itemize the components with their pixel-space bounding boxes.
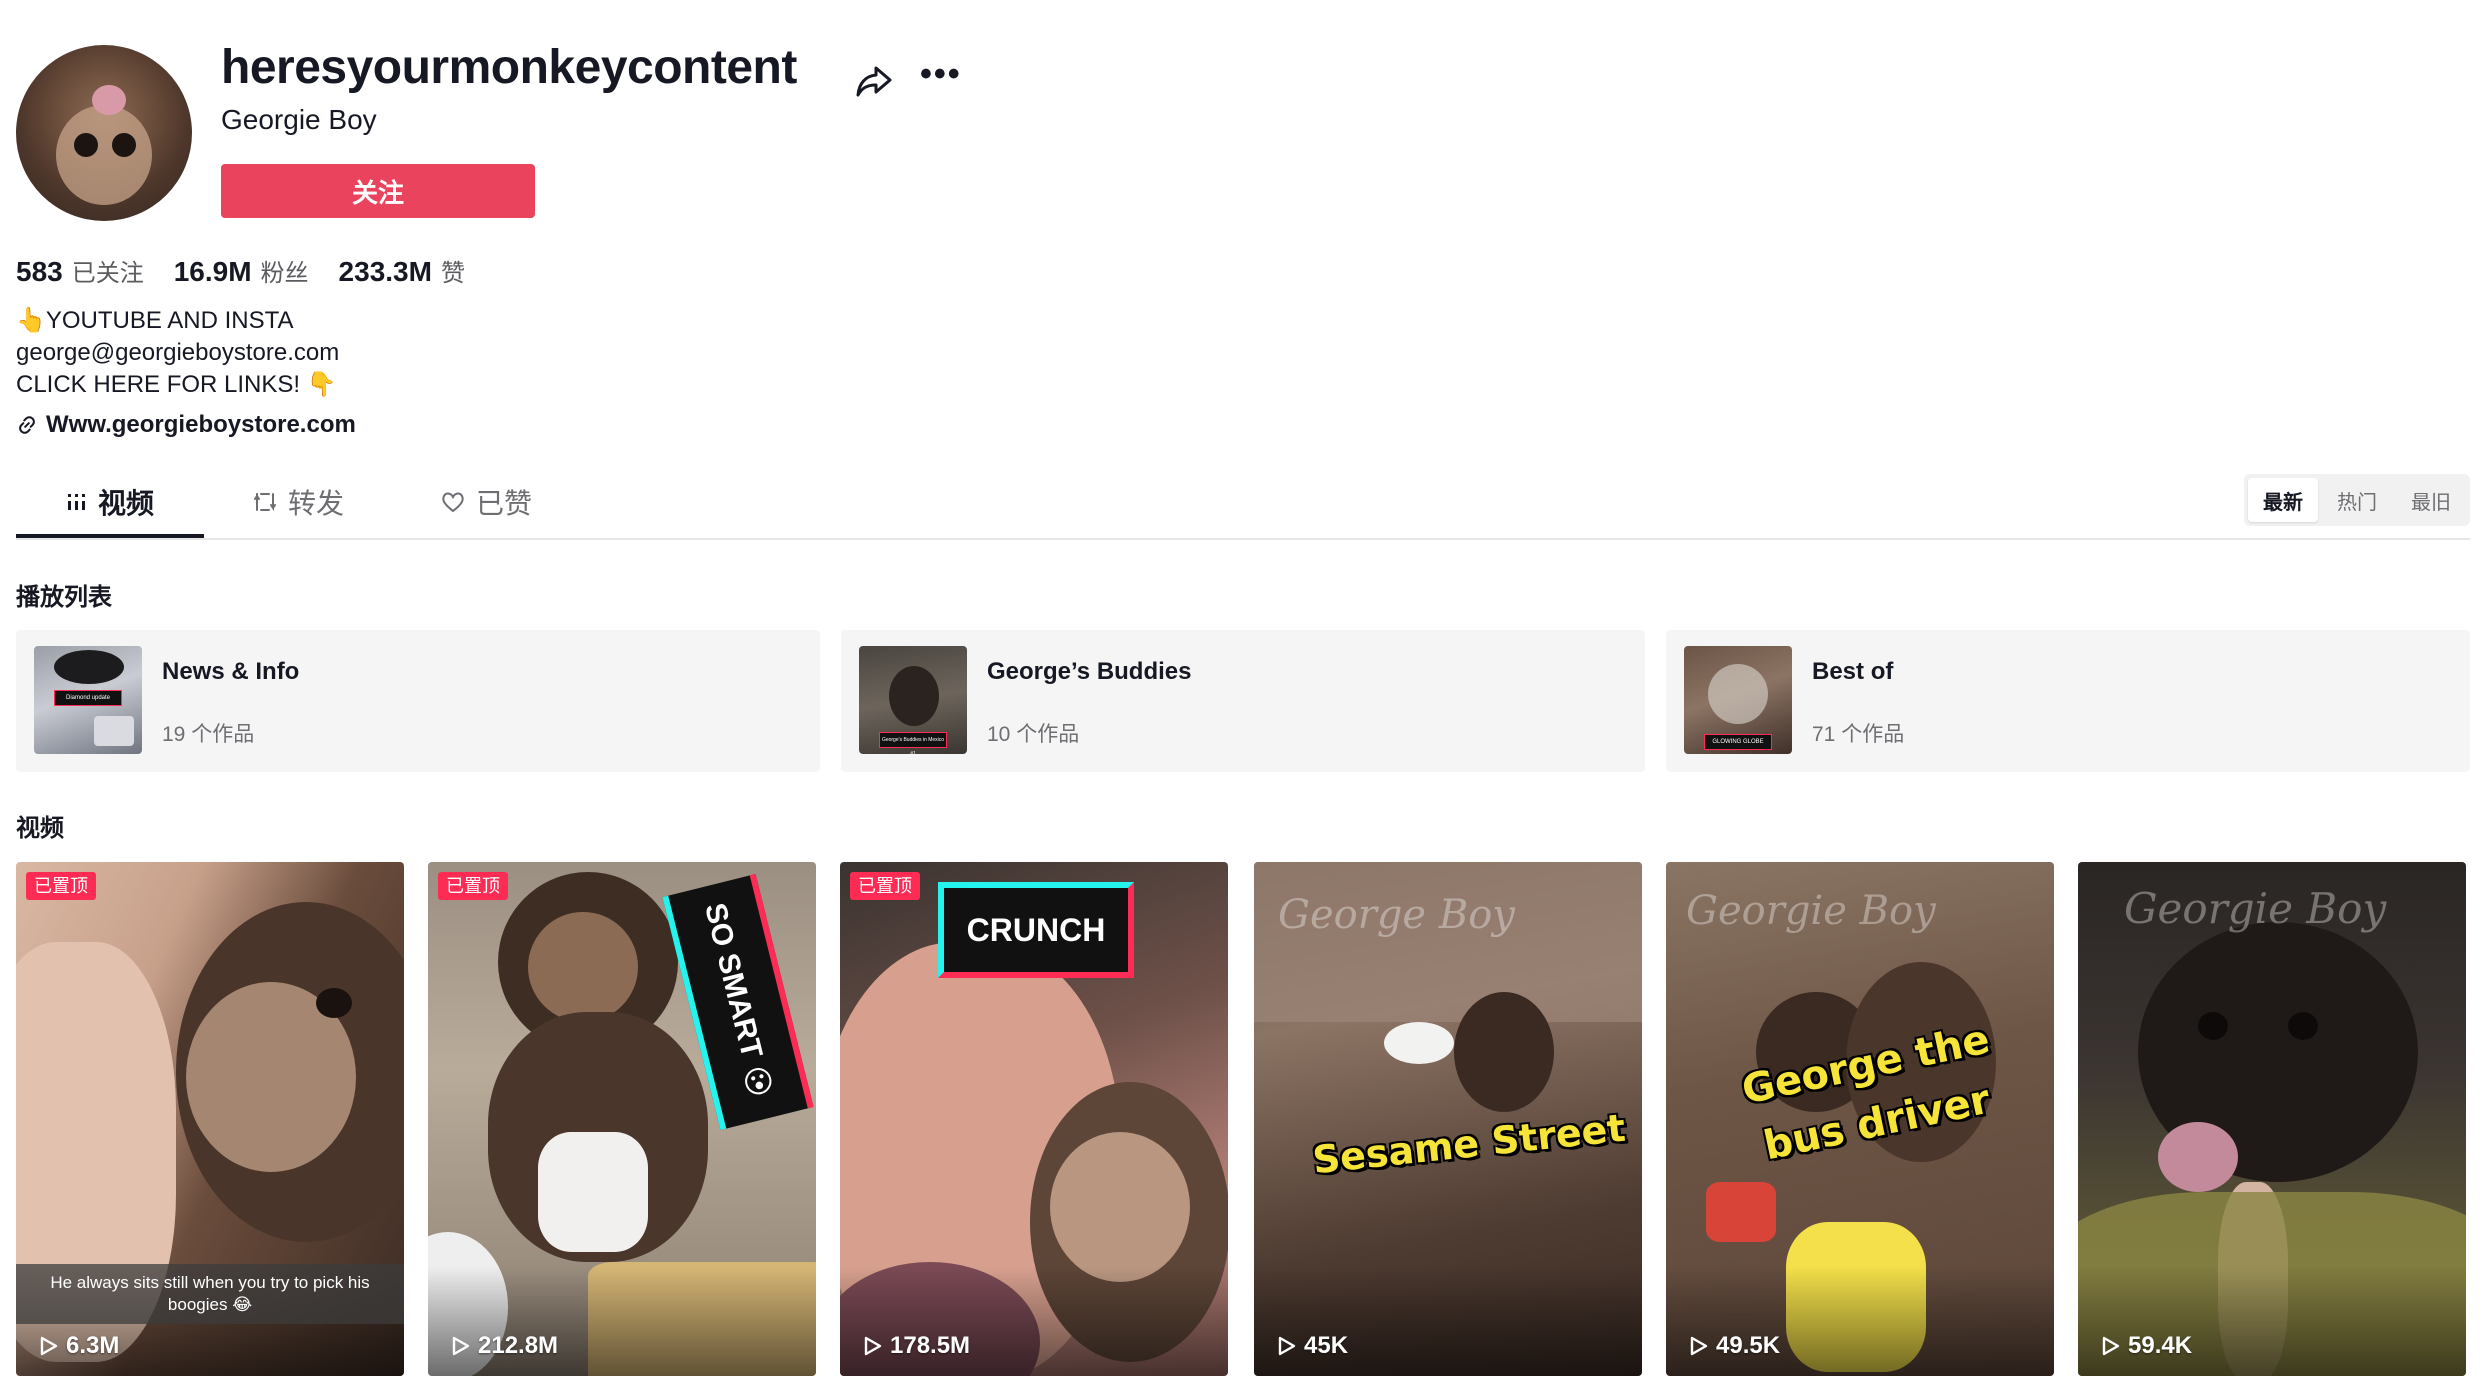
playlist-thumb-tag: GLOWING GLOBE: [1704, 734, 1772, 750]
video-card[interactable]: CRUNCH 已置顶 178.5M: [840, 862, 1228, 1376]
video-card[interactable]: 已置顶 He always sits still when you try to…: [16, 862, 404, 1376]
playlist-card[interactable]: George's Buddies in Mexico #1 George’s B…: [841, 630, 1645, 772]
video-watermark: Georgie Boy: [2124, 884, 2387, 933]
tab-reposts[interactable]: 转发: [204, 468, 392, 536]
play-icon: [1690, 1336, 1708, 1356]
link-icon: [19, 416, 35, 434]
view-count: 178.5M: [864, 1332, 970, 1360]
playlist-count: 71 个作品: [1812, 723, 1905, 746]
playlist-count: 10 个作品: [987, 723, 1080, 746]
sort-latest-button[interactable]: 最新: [2248, 478, 2318, 522]
view-count-text: 6.3M: [66, 1332, 120, 1359]
profile-tabs: 视频 转发 已赞: [16, 468, 2470, 540]
view-count: 212.8M: [452, 1332, 558, 1360]
playlist-thumbnail: Diamond update: [34, 646, 142, 754]
view-count-text: 45K: [1304, 1332, 1349, 1359]
playlist-thumbnail: George's Buddies in Mexico #1: [859, 646, 967, 754]
play-icon: [2102, 1336, 2120, 1356]
view-count: 59.4K: [2102, 1332, 2192, 1360]
playlist-card[interactable]: Diamond update News & Info 19 个作品: [16, 630, 820, 772]
view-count: 49.5K: [1690, 1332, 1780, 1360]
likes-label: 赞: [440, 260, 465, 287]
tab-label: 已赞: [475, 488, 532, 519]
play-icon: [864, 1336, 882, 1356]
view-count: 6.3M: [40, 1332, 119, 1360]
play-icon: [452, 1336, 470, 1356]
videos-heading: 视频: [16, 815, 64, 842]
bio-line: CLICK HERE FOR LINKS! 👇: [16, 371, 337, 398]
sort-oldest-button[interactable]: 最旧: [2396, 478, 2466, 522]
heart-icon: [442, 492, 464, 513]
tab-label: 转发: [287, 488, 344, 519]
playlist-title: Best of: [1812, 658, 1894, 685]
grid-icon: [67, 494, 85, 510]
pinned-badge: 已置顶: [850, 872, 920, 900]
bio-link-text: Www.georgieboystore.com: [46, 411, 356, 438]
playlist-title: News & Info: [162, 658, 300, 685]
playlist-thumb-tag: Diamond update: [54, 690, 122, 706]
video-watermark: George Boy: [1278, 892, 1515, 938]
video-card[interactable]: SO SMART 😮 已置顶 212.8M: [428, 862, 816, 1376]
video-watermark: Georgie Boy: [1686, 888, 1936, 934]
repost-icon: [253, 492, 276, 512]
bio-link[interactable]: Www.georgieboystore.com: [16, 411, 356, 439]
tab-label: 视频: [97, 488, 154, 519]
playlist-count: 19 个作品: [162, 723, 255, 746]
following-stat[interactable]: 583 已关注: [16, 253, 144, 288]
sort-popular-button[interactable]: 热门: [2322, 478, 2392, 522]
likes-count: 233.3M: [338, 256, 432, 287]
active-tab-indicator: [16, 534, 204, 538]
more-options-icon[interactable]: •••: [920, 57, 960, 98]
tab-liked[interactable]: 已赞: [392, 468, 580, 536]
bio-line: george@georgieboystore.com: [16, 339, 340, 366]
video-card[interactable]: Georgie Boy 59.4K: [2078, 862, 2466, 1376]
view-count-text: 178.5M: [890, 1332, 971, 1359]
playlists-heading: 播放列表: [16, 584, 112, 611]
video-caption: He always sits still when you try to pic…: [16, 1264, 404, 1324]
pinned-badge: 已置顶: [26, 872, 96, 900]
play-icon: [1278, 1336, 1296, 1356]
nickname: Georgie Boy: [221, 104, 377, 135]
playlist-title: George’s Buddies: [987, 658, 1192, 685]
view-count: 45K: [1278, 1332, 1348, 1360]
bio: 👆YOUTUBE AND INSTA george@georgieboystor…: [16, 305, 339, 401]
video-overlay-text: Sesame Street: [1310, 1105, 1628, 1183]
profile-stats: 583 已关注 16.9M 粉丝 233.3M 赞: [16, 253, 465, 288]
followers-count: 16.9M: [173, 256, 252, 287]
likes-stat: 233.3M 赞: [339, 253, 465, 288]
following-label: 已关注: [71, 260, 144, 287]
sort-toggle: 最新 热门 最旧: [2244, 474, 2470, 526]
followers-label: 粉丝: [260, 260, 309, 287]
share-icon[interactable]: [854, 60, 894, 100]
bio-line: 👆YOUTUBE AND INSTA: [16, 307, 294, 334]
view-count-text: 212.8M: [478, 1332, 559, 1359]
video-card[interactable]: George Boy Sesame Street 45K: [1254, 862, 1642, 1376]
follow-button[interactable]: 关注: [221, 164, 535, 218]
username: heresyourmonkeycontent: [221, 41, 797, 94]
avatar[interactable]: [16, 45, 192, 221]
following-count: 583: [16, 256, 63, 287]
view-count-text: 59.4K: [2128, 1332, 2193, 1359]
pinned-badge: 已置顶: [438, 872, 508, 900]
playlist-thumbnail: GLOWING GLOBE: [1684, 646, 1792, 754]
playlist-thumb-tag: George's Buddies in Mexico #1: [879, 732, 947, 754]
video-card[interactable]: Georgie Boy George the bus driver 49.5K: [1666, 862, 2054, 1376]
tab-videos[interactable]: 视频: [16, 468, 204, 536]
view-count-text: 49.5K: [1716, 1332, 1781, 1359]
followers-stat[interactable]: 16.9M 粉丝: [174, 253, 309, 288]
playlist-card[interactable]: GLOWING GLOBE Best of 71 个作品: [1666, 630, 2470, 772]
play-icon: [40, 1336, 58, 1356]
video-sticker: CRUNCH: [938, 882, 1134, 978]
